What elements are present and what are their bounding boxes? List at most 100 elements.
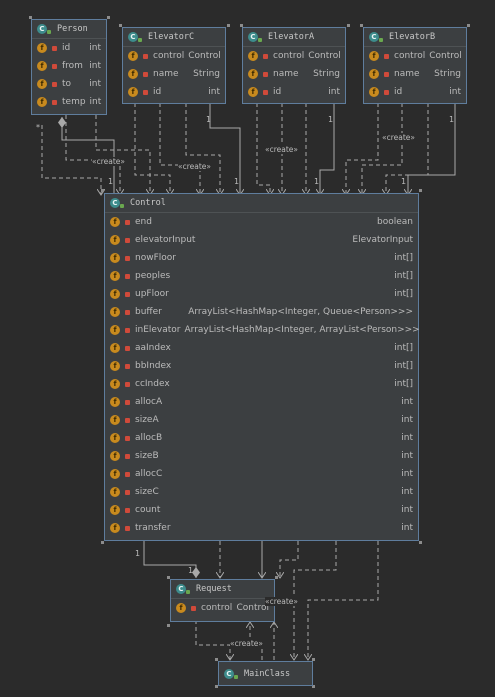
field-row[interactable]: f to int bbox=[32, 75, 106, 93]
field-row[interactable]: f control Control bbox=[243, 47, 345, 65]
field-row[interactable]: f transfer int bbox=[105, 519, 418, 537]
field-name: id bbox=[394, 87, 403, 97]
multiplicity-label: 1 bbox=[234, 177, 240, 186]
field-row[interactable]: f peoples int[] bbox=[105, 267, 418, 285]
class-header: C Control bbox=[105, 194, 418, 213]
field-row[interactable]: f allocA int bbox=[105, 393, 418, 411]
field-type: int bbox=[401, 505, 413, 515]
field-icon: f bbox=[110, 523, 120, 533]
field-type: int[] bbox=[394, 253, 413, 263]
class-control[interactable]: C Control f end boolean f elevatorInput Eleva… bbox=[104, 193, 420, 541]
class-request[interactable]: C Request f control Control bbox=[170, 579, 275, 622]
lock-icon bbox=[125, 327, 130, 333]
selection-handle bbox=[167, 624, 170, 627]
field-name: control bbox=[273, 51, 305, 61]
field-row[interactable]: f bbIndex int[] bbox=[105, 357, 418, 375]
lock-icon bbox=[125, 345, 130, 351]
field-name: name bbox=[394, 69, 420, 79]
field-row[interactable]: f buffer ArrayList<HashMap<Integer, Queue<… bbox=[105, 303, 418, 321]
field-row[interactable]: f name String bbox=[243, 65, 345, 83]
field-icon: f bbox=[110, 253, 120, 263]
field-icon: f bbox=[110, 361, 120, 371]
field-icon: f bbox=[369, 51, 379, 61]
field-name: sizeA bbox=[135, 415, 159, 425]
field-row[interactable]: f count int bbox=[105, 501, 418, 519]
field-row[interactable]: f elevatorInput ElevatorInput bbox=[105, 231, 418, 249]
class-name: Person bbox=[57, 24, 88, 34]
field-name: nowFloor bbox=[135, 253, 176, 263]
field-row[interactable]: f sizeB int bbox=[105, 447, 418, 465]
class-elevator-a[interactable]: C ElevatorA f control Control f name String … bbox=[242, 27, 346, 104]
create-label: «create» bbox=[382, 133, 415, 142]
class-elevator-b[interactable]: C ElevatorB f control Control f name String … bbox=[363, 27, 467, 104]
lock-icon bbox=[125, 417, 130, 423]
field-name: count bbox=[135, 505, 161, 515]
lock-icon bbox=[52, 81, 57, 87]
field-name: inElevator bbox=[135, 325, 181, 335]
lock-icon bbox=[52, 99, 57, 105]
field-icon: f bbox=[110, 289, 120, 299]
class-main-class[interactable]: C MainClass bbox=[218, 661, 313, 686]
field-name: id bbox=[62, 43, 71, 53]
field-type: int[] bbox=[394, 379, 413, 389]
field-row[interactable]: f id int bbox=[32, 39, 106, 57]
field-row[interactable]: f sizeC int bbox=[105, 483, 418, 501]
field-row[interactable]: f end boolean bbox=[105, 213, 418, 231]
field-icon: f bbox=[110, 397, 120, 407]
field-name: control bbox=[201, 603, 233, 613]
class-name: ElevatorB bbox=[389, 32, 436, 42]
lock-icon bbox=[384, 53, 389, 59]
field-row[interactable]: f control Control bbox=[123, 47, 225, 65]
field-row[interactable]: f allocB int bbox=[105, 429, 418, 447]
field-type: boolean bbox=[377, 217, 413, 227]
field-icon: f bbox=[110, 271, 120, 281]
field-row[interactable]: f inElevator ArrayList<HashMap<Integer, Ar… bbox=[105, 321, 420, 339]
multiplicity-label: * bbox=[36, 123, 40, 132]
field-icon: f bbox=[37, 97, 47, 107]
field-row[interactable]: f allocC int bbox=[105, 465, 418, 483]
class-icon: C bbox=[369, 32, 383, 42]
field-row[interactable]: f name String bbox=[123, 65, 225, 83]
field-row[interactable]: f temp int bbox=[32, 93, 106, 111]
lock-icon bbox=[125, 237, 130, 243]
class-elevator-c[interactable]: C ElevatorC f control Control f name String … bbox=[122, 27, 226, 104]
field-row[interactable]: f ccIndex int[] bbox=[105, 375, 418, 393]
selection-handle bbox=[419, 541, 422, 544]
field-row[interactable]: f upFloor int[] bbox=[105, 285, 418, 303]
selection-handle bbox=[347, 24, 350, 27]
class-person[interactable]: C Person f id int f from int f to int f temp int bbox=[31, 19, 107, 115]
field-row[interactable]: f aaIndex int[] bbox=[105, 339, 418, 357]
field-type: Control bbox=[236, 603, 269, 613]
field-type: String bbox=[313, 69, 340, 79]
field-name: ccIndex bbox=[135, 379, 170, 389]
field-type: Control bbox=[429, 51, 462, 61]
multiplicity-label: 1 bbox=[108, 177, 114, 186]
class-name: Control bbox=[130, 198, 166, 208]
field-row[interactable]: f control Control bbox=[171, 599, 274, 617]
create-label: «create» bbox=[265, 145, 298, 154]
field-type: int[] bbox=[394, 361, 413, 371]
lock-icon bbox=[125, 273, 130, 279]
field-type: ArrayList<HashMap<Integer, ArrayList<Per… bbox=[184, 325, 420, 335]
selection-handle bbox=[275, 576, 278, 579]
field-type: Control bbox=[308, 51, 341, 61]
field-type: int bbox=[208, 87, 220, 97]
field-row[interactable]: f id int bbox=[364, 83, 466, 101]
lock-icon bbox=[125, 399, 130, 405]
field-type: int bbox=[401, 415, 413, 425]
field-icon: f bbox=[110, 505, 120, 515]
field-row[interactable]: f id int bbox=[123, 83, 225, 101]
field-row[interactable]: f id int bbox=[243, 83, 345, 101]
field-row[interactable]: f control Control bbox=[364, 47, 466, 65]
field-name: aaIndex bbox=[135, 343, 171, 353]
field-row[interactable]: f nowFloor int[] bbox=[105, 249, 418, 267]
field-type: int[] bbox=[394, 343, 413, 353]
field-icon: f bbox=[248, 87, 258, 97]
field-name: bbIndex bbox=[135, 361, 172, 371]
field-row[interactable]: f sizeA int bbox=[105, 411, 418, 429]
field-row[interactable]: f from int bbox=[32, 57, 106, 75]
field-row[interactable]: f name String bbox=[364, 65, 466, 83]
lock-icon bbox=[125, 309, 130, 315]
class-icon: C bbox=[248, 32, 262, 42]
lock-icon bbox=[125, 471, 130, 477]
